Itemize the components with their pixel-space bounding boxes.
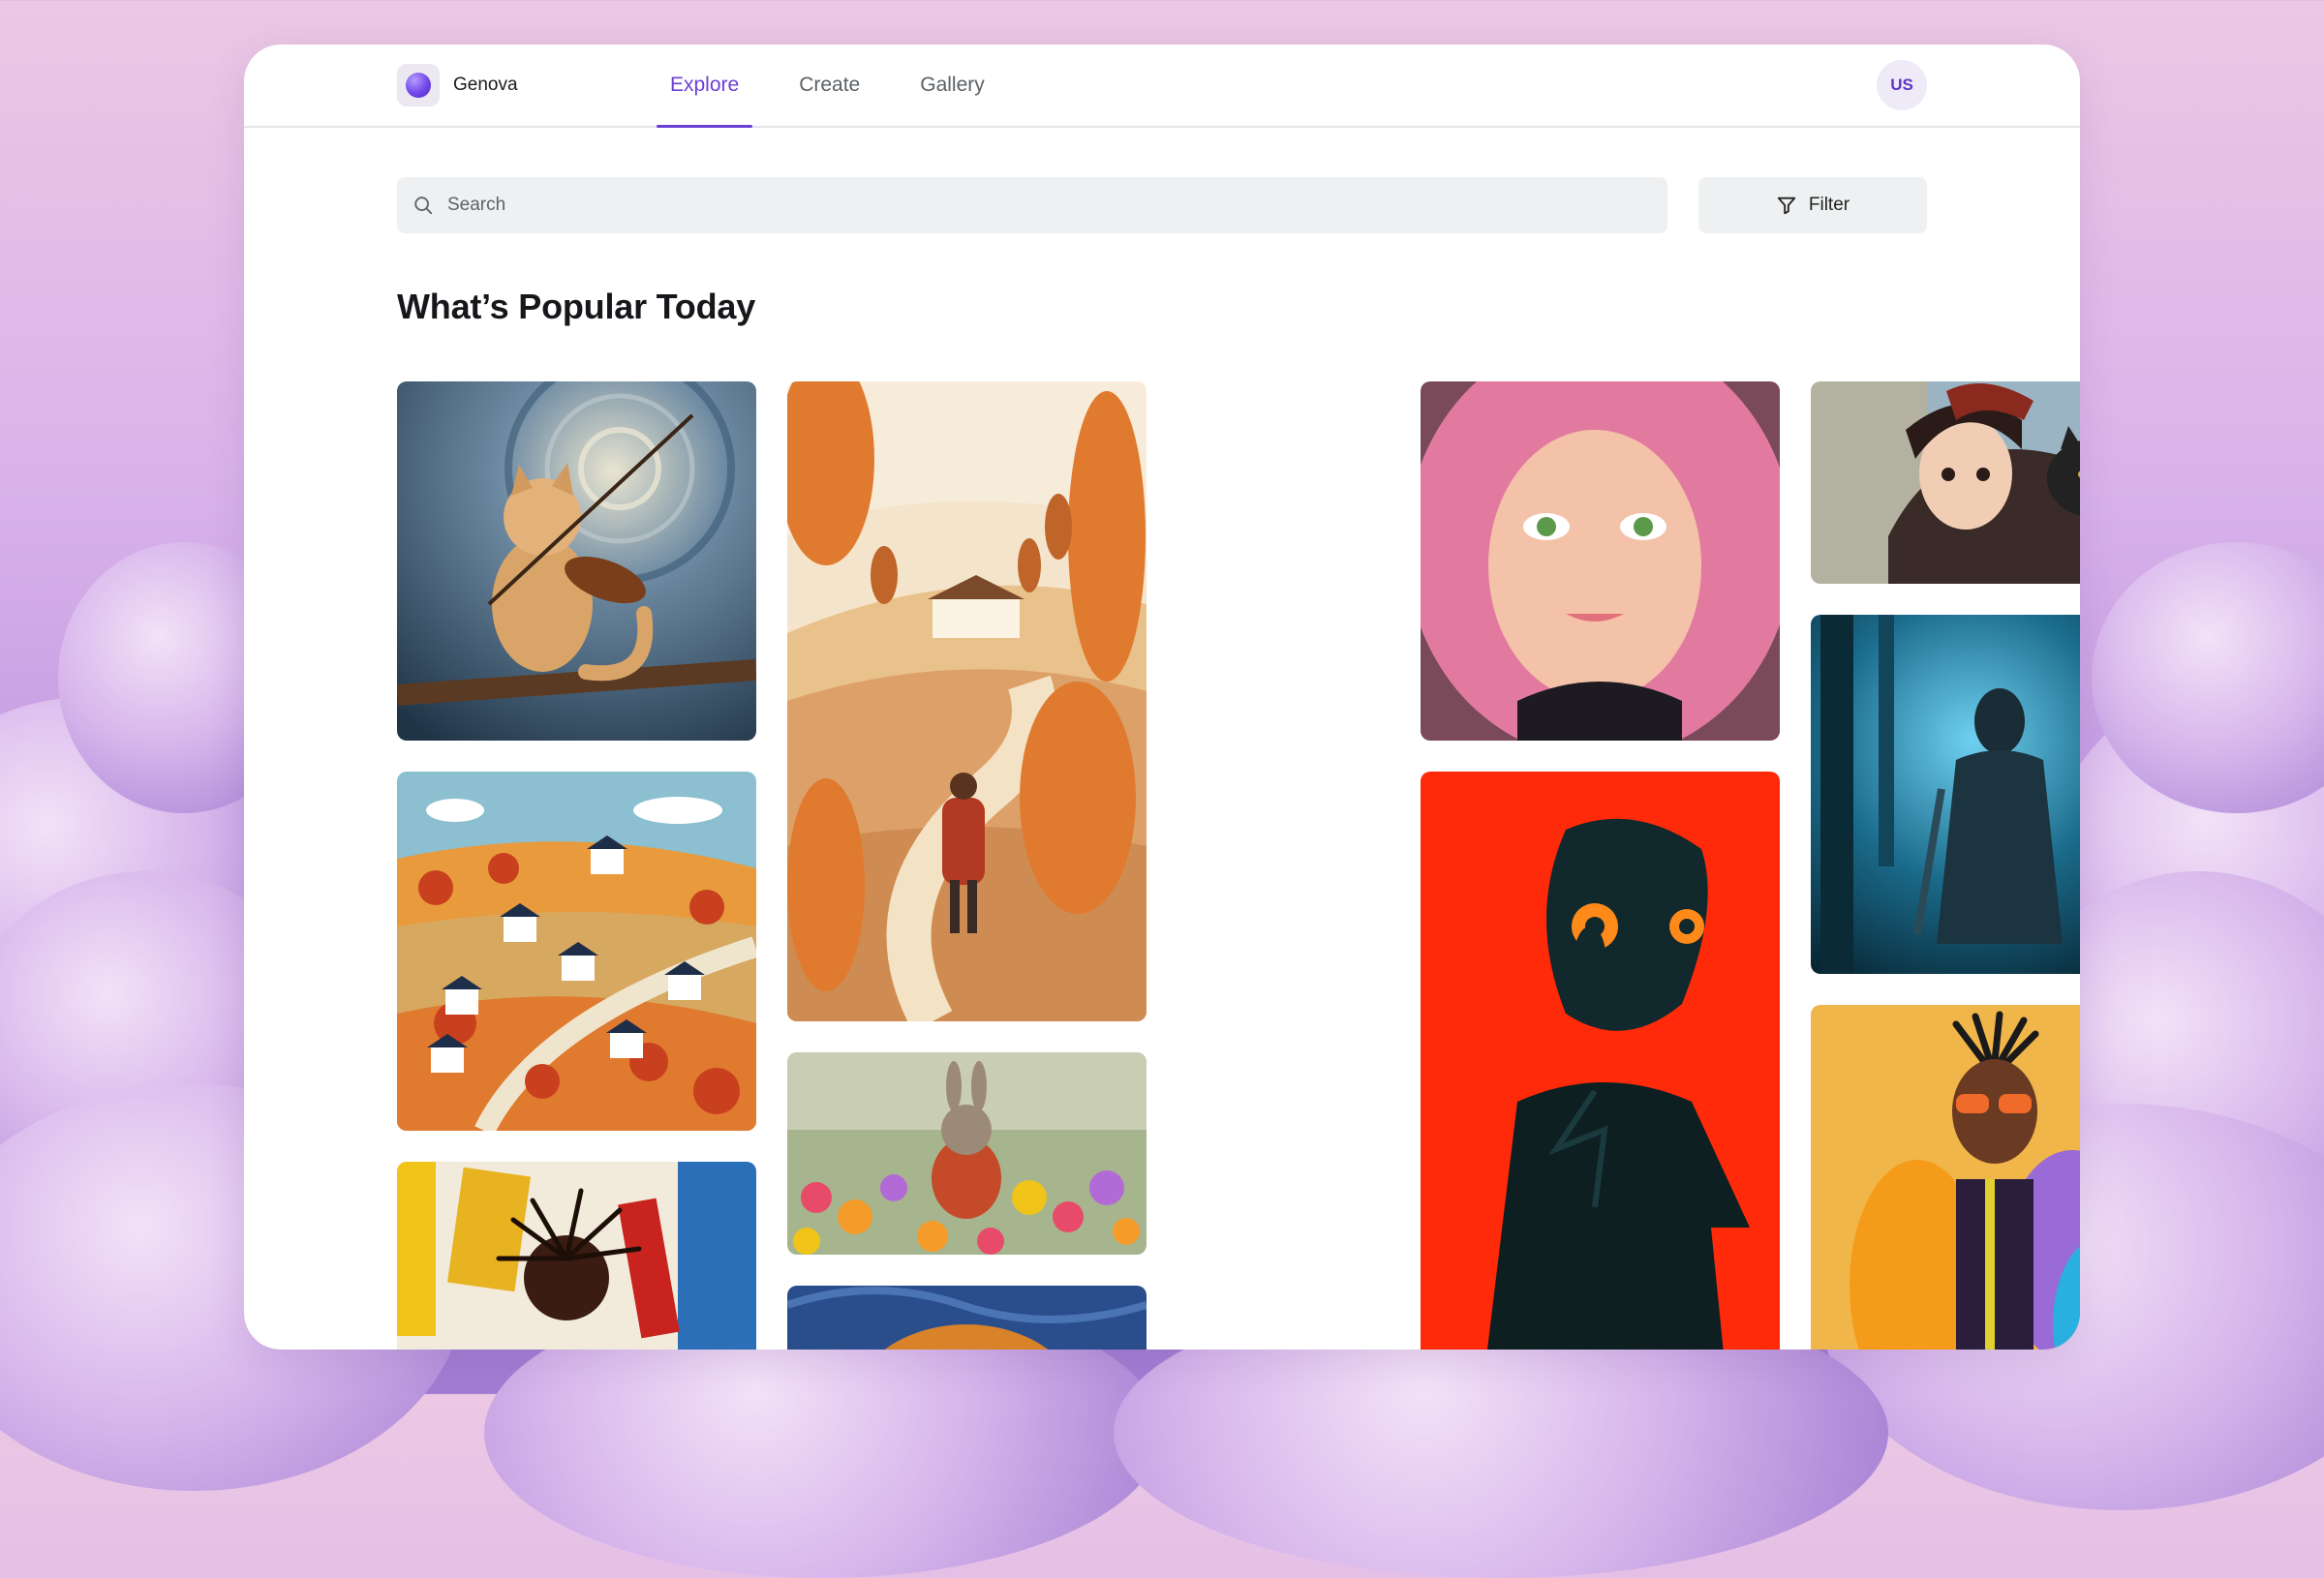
gallery-item-red-hair-portrait[interactable]	[787, 1286, 1147, 1350]
artwork-image	[397, 1162, 756, 1350]
artwork-image	[397, 772, 756, 1131]
search-bar[interactable]	[397, 177, 1667, 233]
artwork-image	[787, 381, 1147, 1021]
filter-button[interactable]: Filter	[1698, 177, 1927, 233]
gallery-item-autumn-village[interactable]	[397, 772, 756, 1131]
artwork-image	[1421, 772, 1780, 1350]
logo-icon	[397, 64, 440, 106]
section-title: What’s Popular Today	[397, 287, 756, 326]
gallery-item-girl-with-cat[interactable]	[1811, 381, 2080, 584]
artwork-image	[787, 1052, 1147, 1255]
gallery-item-puffer-jacket-character[interactable]	[1811, 1005, 2080, 1350]
gallery-item-bunny-flowers[interactable]	[787, 1052, 1147, 1255]
search-icon	[414, 197, 433, 215]
brand-name: Genova	[453, 75, 518, 95]
artwork-image	[1421, 381, 1780, 741]
tab-create[interactable]: Create	[785, 45, 873, 126]
gallery-item-dreadlocks-dancer[interactable]	[397, 1162, 756, 1350]
search-input[interactable]	[445, 194, 1611, 217]
artwork-image	[1811, 381, 2080, 584]
artwork-image	[1811, 615, 2080, 974]
app-window: Genova Explore Create Gallery US Filter …	[244, 45, 2080, 1350]
brand[interactable]: Genova	[397, 64, 518, 106]
user-avatar[interactable]: US	[1877, 60, 1927, 110]
top-navigation-bar: Genova Explore Create Gallery US	[244, 45, 2080, 128]
filter-icon	[1777, 197, 1796, 215]
gallery-item-glowing-eyes-man[interactable]	[1421, 772, 1780, 1350]
tab-gallery[interactable]: Gallery	[906, 45, 998, 126]
artwork-image	[397, 381, 756, 741]
artwork-image	[787, 1286, 1147, 1350]
filter-label: Filter	[1808, 195, 1850, 215]
tab-explore[interactable]: Explore	[657, 45, 753, 128]
gallery-item-pink-hair-girl[interactable]	[1421, 381, 1780, 741]
gallery-item-autumn-path[interactable]	[787, 381, 1147, 1021]
artwork-image	[1811, 1005, 2080, 1350]
gallery-item-knight-forest[interactable]	[1811, 615, 2080, 974]
nav-tabs: Explore Create Gallery	[657, 45, 1031, 128]
gallery-item-cat-violin[interactable]	[397, 381, 756, 741]
